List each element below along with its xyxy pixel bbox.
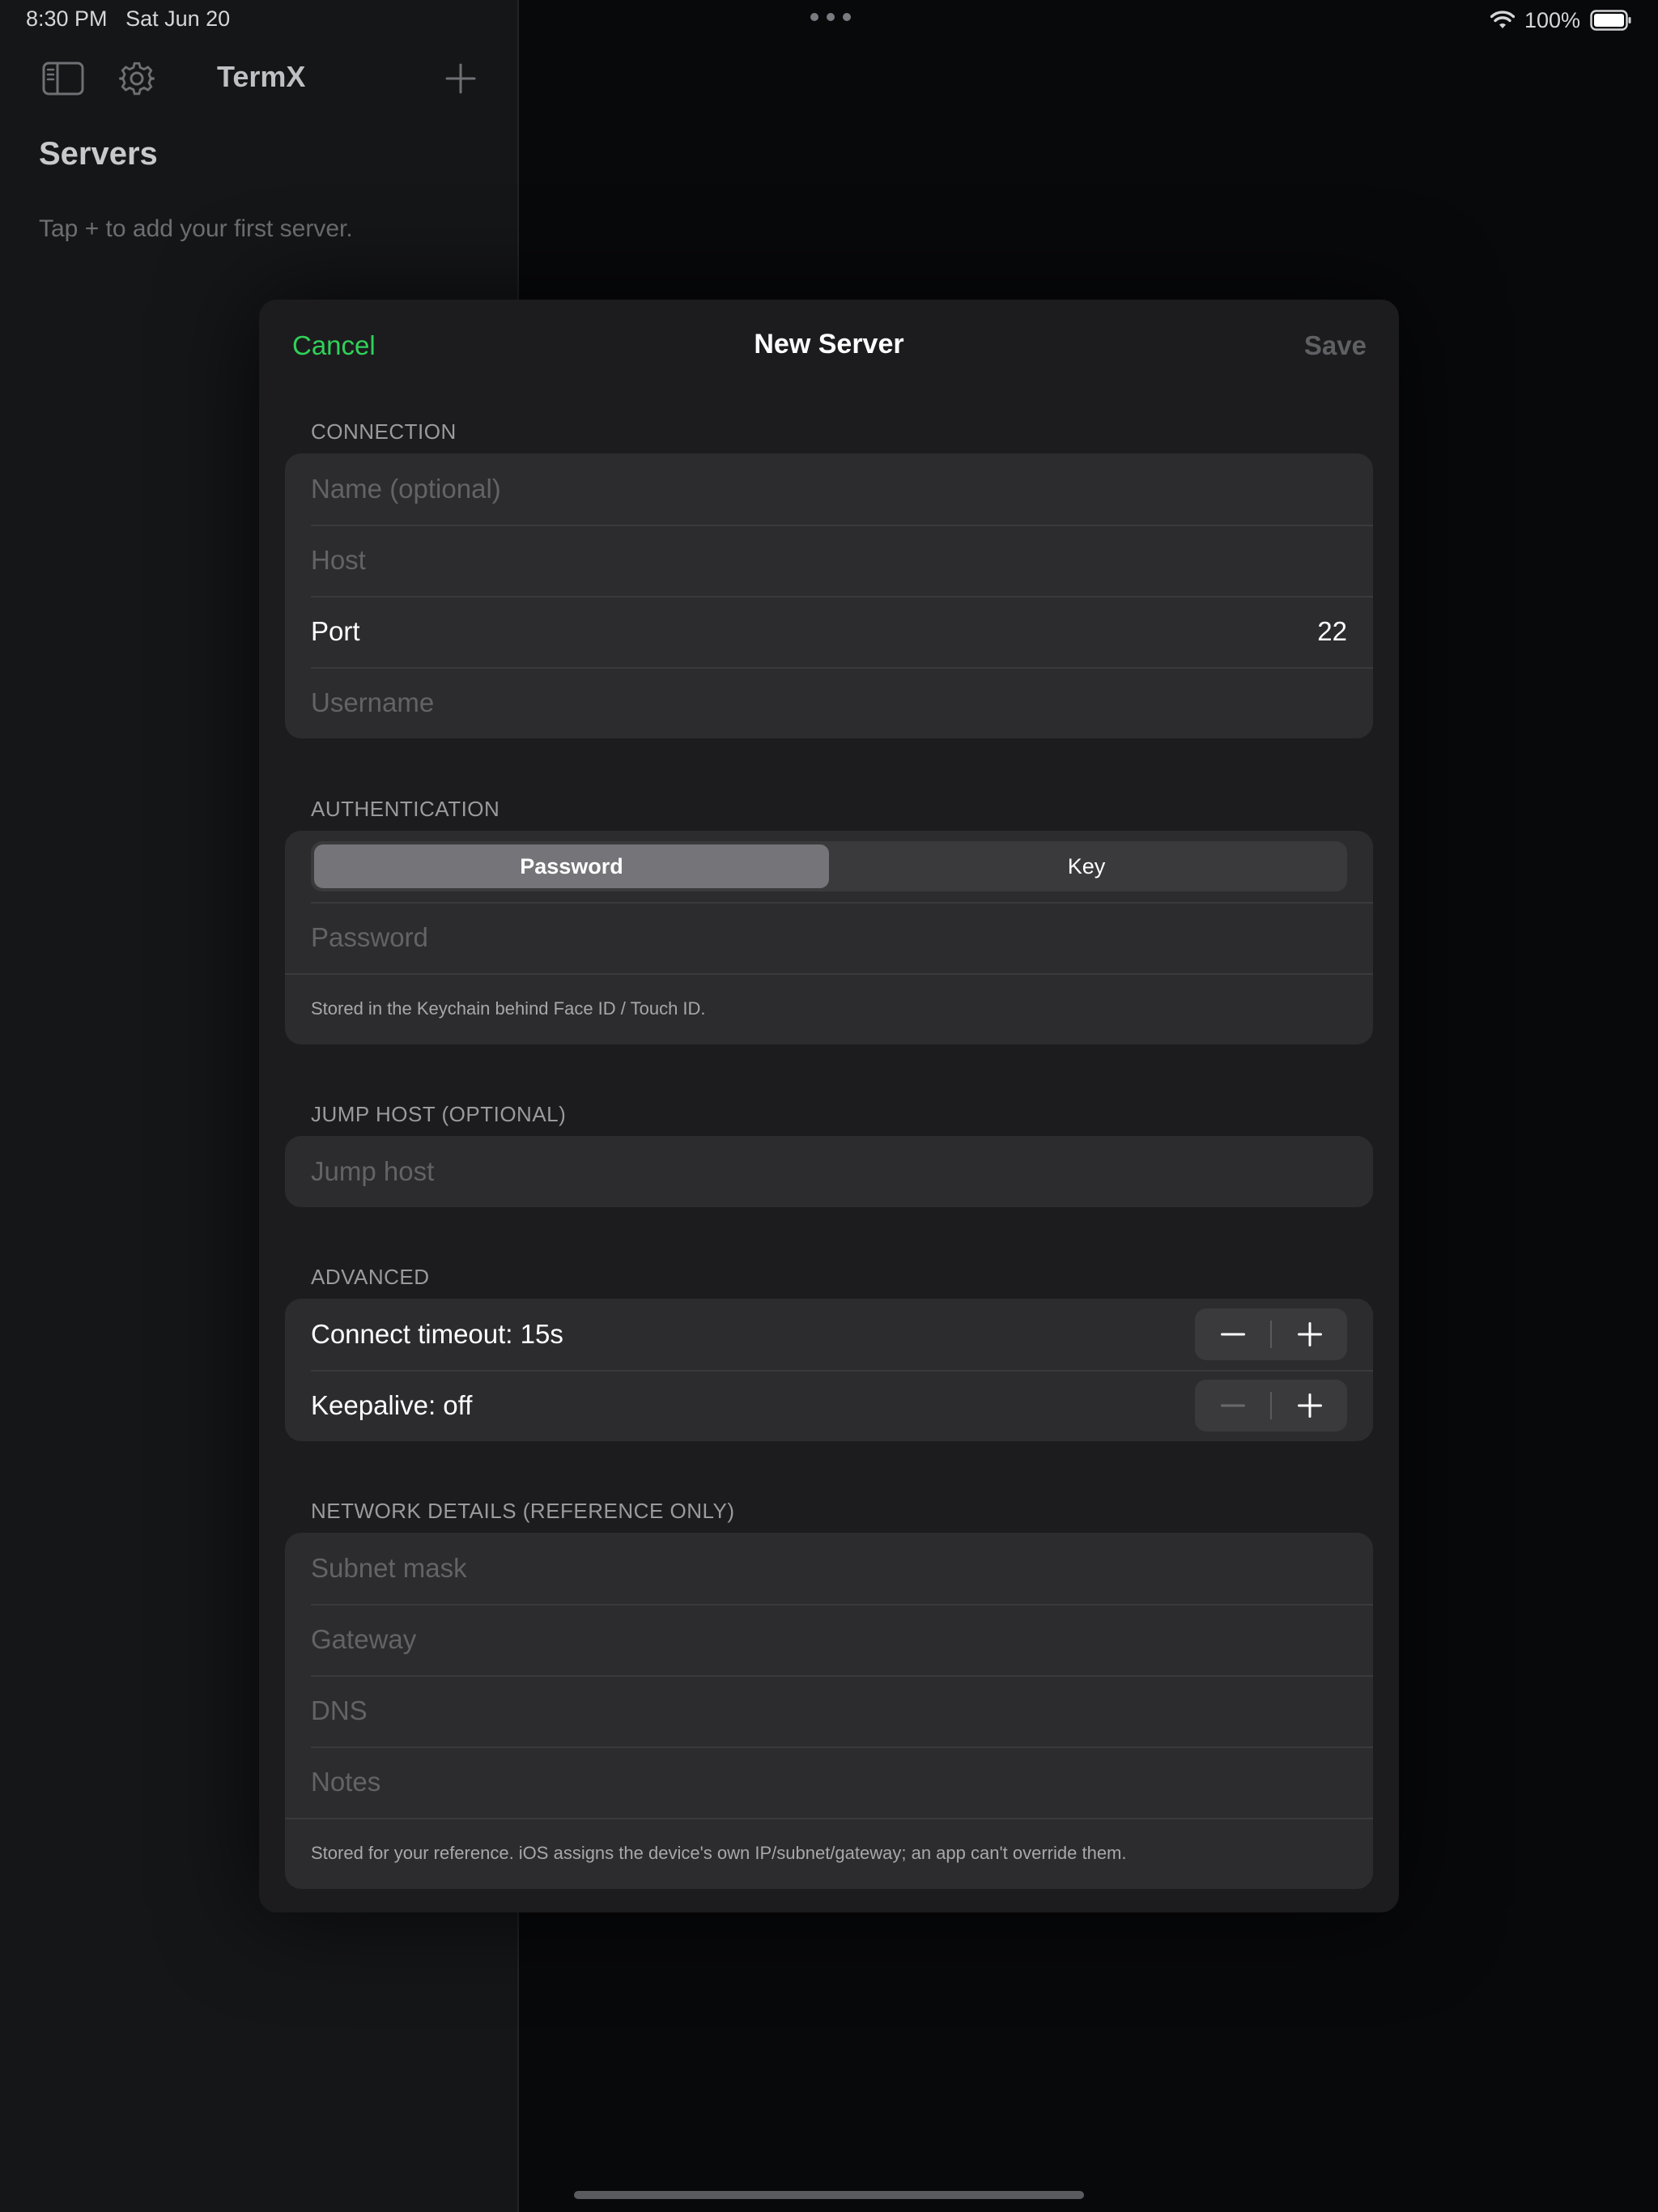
- dns-placeholder: DNS: [311, 1695, 368, 1725]
- screen: 8:30 PM Sat Jun 20 100% TermX Servers Ta…: [0, 0, 1658, 2212]
- status-date: Sat Jun 20: [125, 6, 231, 31]
- advanced-header: ADVANCED: [311, 1265, 430, 1289]
- connection-group: Name (optional) Host Port 22 Username: [285, 453, 1373, 738]
- jump-host-header: JUMP HOST (OPTIONAL): [311, 1102, 567, 1126]
- jump-host-field[interactable]: Jump host: [285, 1136, 1373, 1207]
- subnet-placeholder: Subnet mask: [311, 1553, 467, 1583]
- password-placeholder: Password: [311, 922, 428, 952]
- timeout-increment-button[interactable]: [1272, 1308, 1347, 1360]
- authentication-footnote-row: Stored in the Keychain behind Face ID / …: [285, 973, 1373, 1044]
- name-field[interactable]: Name (optional): [285, 453, 1373, 525]
- gear-icon[interactable]: [118, 60, 155, 97]
- keepalive-row: Keepalive: off: [285, 1370, 1373, 1441]
- home-indicator[interactable]: [574, 2191, 1084, 2199]
- battery-percent: 100%: [1524, 7, 1580, 32]
- notes-field[interactable]: Notes: [285, 1746, 1373, 1818]
- network-header: NETWORK DETAILS (REFERENCE ONLY): [311, 1499, 735, 1523]
- gateway-placeholder: Gateway: [311, 1624, 417, 1654]
- connect-timeout-stepper: [1195, 1308, 1347, 1360]
- password-field[interactable]: Password: [285, 902, 1373, 973]
- save-button[interactable]: Save: [1304, 330, 1367, 361]
- battery-icon: [1590, 10, 1631, 31]
- keepalive-label: Keepalive: off: [311, 1390, 473, 1420]
- port-field[interactable]: Port 22: [285, 596, 1373, 667]
- sheet-title: New Server: [754, 329, 904, 359]
- network-footnote: Stored for your reference. iOS assigns t…: [311, 1843, 1127, 1863]
- app-title: TermX: [217, 60, 306, 93]
- minus-icon: [1220, 1404, 1245, 1407]
- port-value[interactable]: 22: [1317, 616, 1347, 647]
- authentication-footnote: Stored in the Keychain behind Face ID / …: [311, 998, 706, 1019]
- timeout-decrement-button[interactable]: [1195, 1308, 1270, 1360]
- sidebar-toggle-icon[interactable]: [42, 62, 84, 96]
- username-placeholder: Username: [311, 687, 435, 717]
- advanced-group: Connect timeout: 15s Keepalive: off: [285, 1299, 1373, 1441]
- keepalive-decrement-button[interactable]: [1195, 1380, 1270, 1431]
- auth-method-segmented-control: Password Key: [311, 841, 1347, 891]
- servers-title: Servers: [39, 136, 158, 172]
- empty-hint: Tap + to add your first server.: [39, 215, 353, 242]
- host-placeholder: Host: [311, 545, 366, 575]
- notes-placeholder: Notes: [311, 1767, 381, 1797]
- status-clock: 8:30 PM: [26, 6, 108, 31]
- keepalive-stepper: [1195, 1380, 1347, 1431]
- segment-password[interactable]: Password: [314, 844, 829, 888]
- username-field[interactable]: Username: [285, 667, 1373, 738]
- authentication-header: AUTHENTICATION: [311, 797, 500, 821]
- connection-header: CONNECTION: [311, 419, 457, 444]
- host-field[interactable]: Host: [285, 525, 1373, 596]
- multitasking-dots-icon[interactable]: [810, 13, 851, 21]
- jump-host-placeholder: Jump host: [311, 1156, 435, 1186]
- network-footnote-row: Stored for your reference. iOS assigns t…: [285, 1818, 1373, 1889]
- status-indicators: 100%: [1490, 6, 1632, 34]
- keepalive-increment-button[interactable]: [1272, 1380, 1347, 1431]
- authentication-group: Password Key Password Stored in the Keyc…: [285, 831, 1373, 1044]
- jump-host-group: Jump host: [285, 1136, 1373, 1207]
- status-time: 8:30 PM Sat Jun 20: [26, 6, 230, 32]
- dns-field[interactable]: DNS: [285, 1675, 1373, 1746]
- plus-icon: [1297, 1393, 1322, 1418]
- name-placeholder: Name (optional): [311, 474, 501, 504]
- new-server-sheet: Cancel New Server Save CONNECTION Name (…: [259, 300, 1399, 1912]
- connect-timeout-label: Connect timeout: 15s: [311, 1319, 563, 1349]
- connect-timeout-row: Connect timeout: 15s: [285, 1299, 1373, 1370]
- subnet-mask-field[interactable]: Subnet mask: [285, 1533, 1373, 1604]
- plus-icon[interactable]: [445, 63, 476, 94]
- wifi-icon: [1490, 11, 1515, 28]
- plus-icon: [1297, 1322, 1322, 1346]
- segment-key[interactable]: Key: [829, 844, 1344, 888]
- gateway-field[interactable]: Gateway: [285, 1604, 1373, 1675]
- network-group: Subnet mask Gateway DNS Notes Stored for…: [285, 1533, 1373, 1889]
- port-label: Port: [311, 616, 360, 646]
- auth-method-row: Password Key: [285, 831, 1373, 902]
- minus-icon: [1220, 1333, 1245, 1336]
